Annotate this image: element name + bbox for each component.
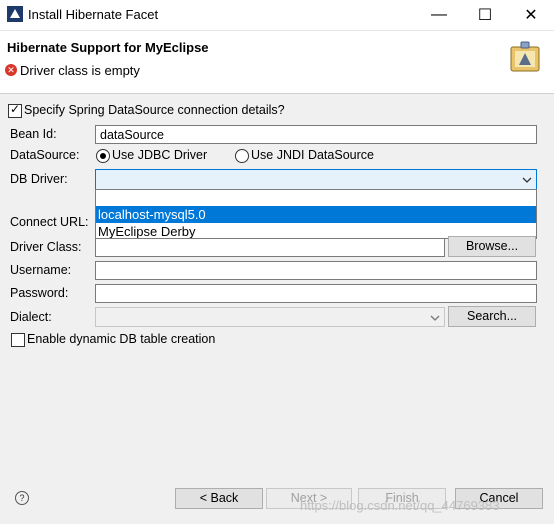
maximize-button[interactable]: ☐: [462, 0, 508, 30]
db-driver-label: DB Driver:: [10, 172, 68, 186]
db-driver-combo[interactable]: [95, 169, 537, 190]
help-icon[interactable]: ?: [15, 491, 29, 505]
use-jdbc-radio[interactable]: [96, 149, 110, 163]
watermark: https://blog.csdn.net/qq_44769383: [300, 498, 500, 513]
error-message: Driver class is empty: [20, 63, 140, 78]
password-input[interactable]: [95, 284, 537, 303]
bean-id-input[interactable]: dataSource: [95, 125, 537, 144]
close-button[interactable]: ✕: [508, 0, 554, 30]
window-title: Install Hibernate Facet: [28, 7, 159, 22]
username-label: Username:: [10, 263, 72, 277]
password-label: Password:: [10, 286, 69, 300]
dialect-label: Dialect:: [10, 310, 52, 324]
close-icon: ✕: [524, 7, 538, 24]
use-jndi-label: Use JNDI DataSource: [251, 148, 374, 162]
minimize-button[interactable]: —: [416, 0, 462, 30]
use-jdbc-label: Use JDBC Driver: [112, 148, 208, 162]
wizard-header: Hibernate Support for MyEclipse ✕ Driver…: [0, 31, 554, 94]
facet-banner-icon: [510, 41, 540, 72]
chevron-down-icon: [430, 315, 440, 321]
browse-button[interactable]: Browse...: [448, 236, 536, 257]
dropdown-option-localhost-mysql[interactable]: localhost-mysql5.0: [96, 206, 536, 223]
spring-datasource-label: Specify Spring DataSource connection det…: [24, 103, 285, 117]
username-input[interactable]: [95, 261, 537, 280]
dialect-combo[interactable]: [95, 307, 445, 327]
search-button[interactable]: Search...: [448, 306, 536, 327]
spring-datasource-checkbox[interactable]: [8, 102, 22, 118]
minimize-icon: —: [431, 6, 447, 23]
db-driver-dropdown: localhost-mysql5.0 MyEclipse Derby: [95, 189, 537, 239]
connect-url-label: Connect URL:: [10, 215, 89, 229]
datasource-label: DataSource:: [10, 148, 80, 162]
page-title: Hibernate Support for MyEclipse: [7, 40, 209, 55]
error-icon: ✕: [5, 64, 17, 76]
dynamic-table-checkbox[interactable]: [11, 333, 25, 347]
chevron-down-icon: [522, 177, 532, 183]
title-bar: Install Hibernate Facet — ☐ ✕: [0, 0, 554, 31]
use-jndi-radio[interactable]: [235, 149, 249, 163]
bean-id-label: Bean Id:: [10, 127, 57, 141]
driver-class-input[interactable]: [95, 238, 445, 257]
back-button[interactable]: < Back: [175, 488, 263, 509]
dynamic-table-label: Enable dynamic DB table creation: [27, 332, 216, 346]
myeclipse-logo-icon: [7, 6, 23, 22]
driver-class-label: Driver Class:: [10, 240, 82, 254]
maximize-icon: ☐: [477, 7, 493, 24]
